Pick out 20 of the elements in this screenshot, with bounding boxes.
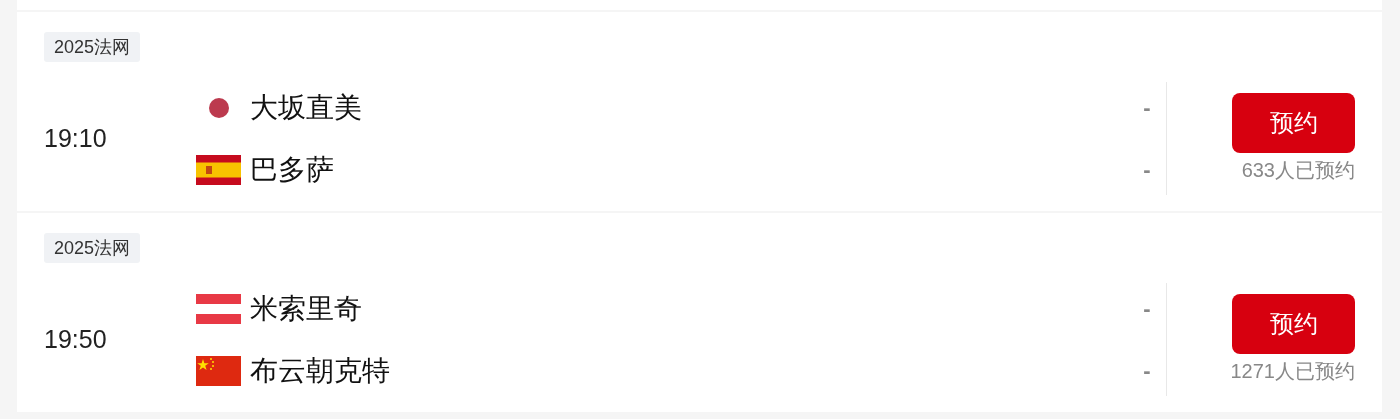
score: - [1142, 357, 1152, 385]
player-name: 米索里奇 [250, 291, 363, 326]
score: - [1142, 295, 1152, 323]
reservation-count: 633人已预约 [1241, 157, 1355, 183]
spain-flag-icon [196, 154, 241, 185]
reserve-button[interactable]: 预约 [1232, 293, 1355, 354]
match-time: 19:10 [44, 122, 108, 154]
player-name: 巴多萨 [250, 152, 335, 187]
score: - [1142, 94, 1152, 122]
player-name: 大坂直美 [250, 90, 363, 125]
player-name: 布云朝克特 [250, 353, 391, 388]
tournament-tag: 2025法网 [44, 32, 141, 62]
japan-flag-icon [207, 96, 230, 119]
score: - [1142, 156, 1152, 184]
tournament-tag: 2025法网 [44, 233, 141, 263]
match-time: 19:50 [44, 323, 108, 355]
reserve-button[interactable]: 预约 [1232, 92, 1355, 153]
china-flag-icon [196, 355, 241, 386]
austria-flag-icon [196, 293, 241, 324]
reservation-count: 1271人已预约 [1230, 358, 1355, 384]
